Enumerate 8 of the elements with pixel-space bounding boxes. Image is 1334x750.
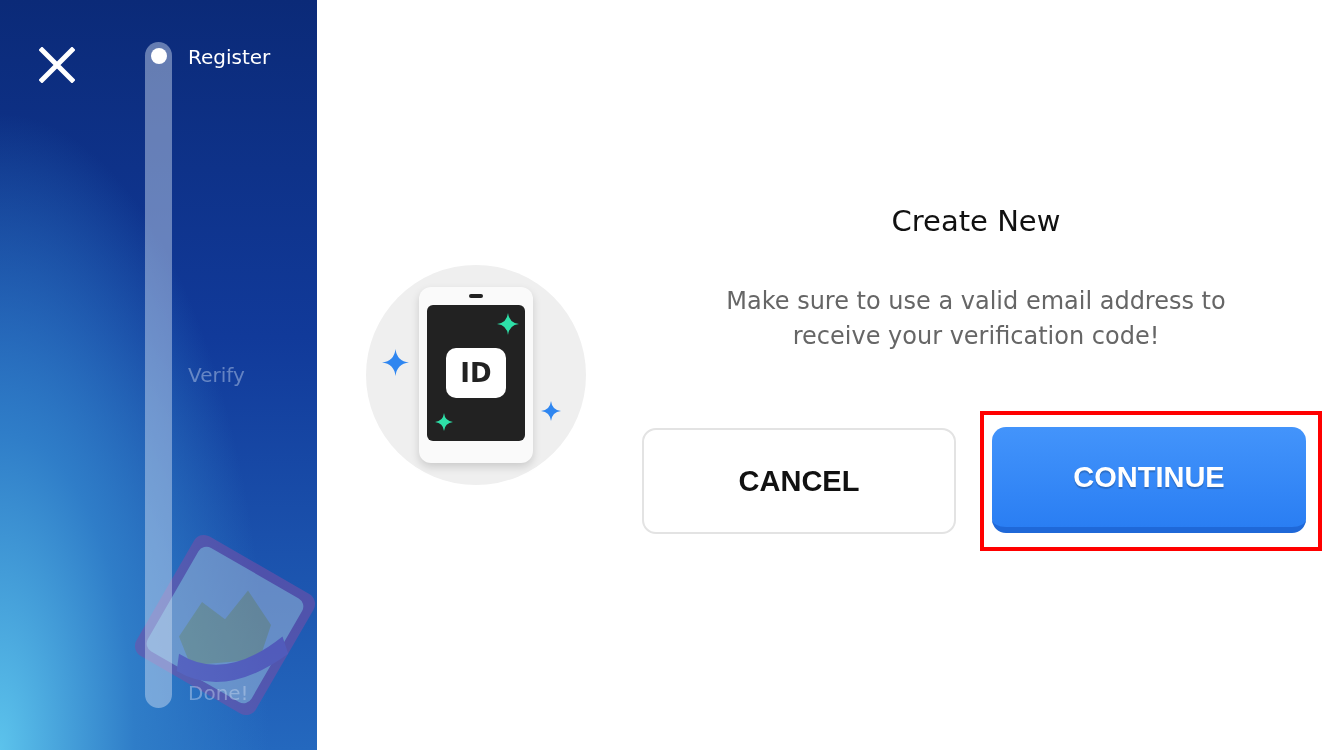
- close-icon[interactable]: [39, 47, 75, 83]
- dialog-title: Create New: [891, 204, 1061, 238]
- step-label: Verify: [188, 363, 246, 387]
- phone-id-drawing: ID: [366, 265, 586, 485]
- step-label: Done!: [188, 681, 250, 705]
- dialog-message: Make sure to use a valid email address to receive your verification code!: [725, 286, 1227, 352]
- step-label: Register: [188, 45, 271, 69]
- cancel-button[interactable]: CANCEL: [642, 428, 956, 534]
